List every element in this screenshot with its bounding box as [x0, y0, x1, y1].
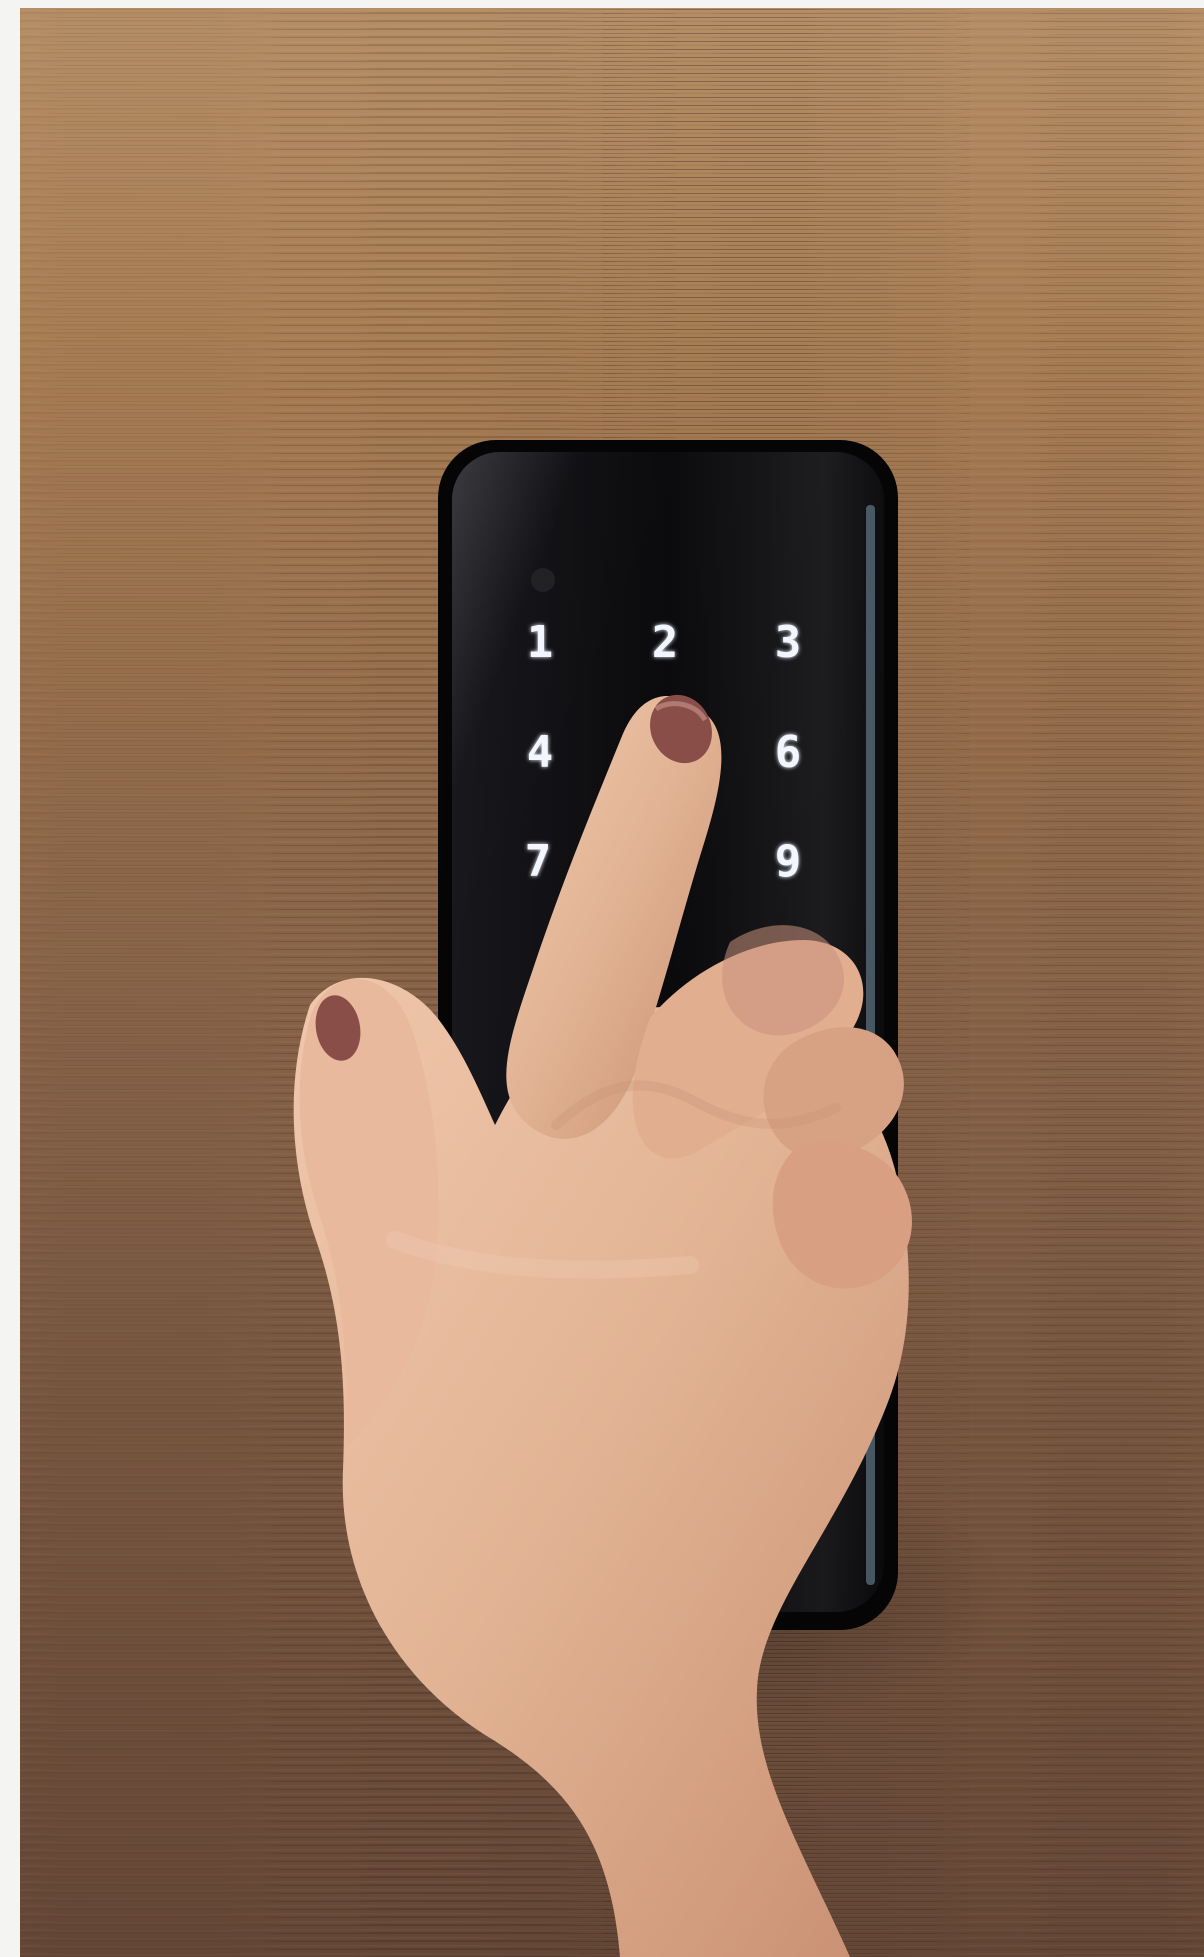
- keypad-key-2[interactable]: 2: [652, 617, 679, 668]
- keypad-key-9[interactable]: 9: [775, 836, 802, 887]
- keypad-key-3[interactable]: 3: [775, 617, 802, 668]
- keypad-photo-scene: 1 2 3 4 6 7 9: [0, 0, 1204, 1957]
- keypad-sensor-dot: [531, 568, 555, 592]
- keypad-key-7[interactable]: 7: [525, 836, 552, 887]
- keypad-key-6[interactable]: 6: [775, 727, 802, 778]
- photo-canvas: 1 2 3 4 6 7 9: [0, 0, 1204, 1957]
- keypad-key-4[interactable]: 4: [527, 727, 554, 778]
- keypad-key-1[interactable]: 1: [527, 617, 554, 668]
